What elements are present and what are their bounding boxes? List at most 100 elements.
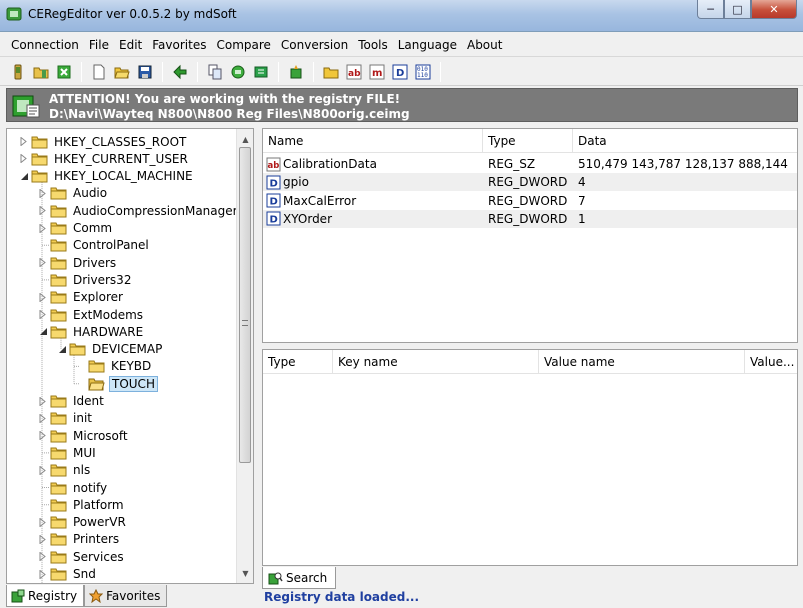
- expanded-arrow-icon[interactable]: [19, 171, 29, 181]
- menu-favorites[interactable]: Favorites: [147, 36, 211, 54]
- refresh-button[interactable]: [54, 62, 74, 82]
- menu-file[interactable]: File: [84, 36, 114, 54]
- expanded-arrow-icon[interactable]: [57, 344, 67, 354]
- tree-node[interactable]: PowerVR: [38, 514, 128, 531]
- new-key-button[interactable]: [321, 62, 341, 82]
- value-row[interactable]: ab CalibrationData REG_SZ 510,479 143,787 1…: [263, 155, 797, 173]
- collapsed-arrow-icon[interactable]: [38, 465, 48, 475]
- column-value-name[interactable]: Value name: [539, 350, 745, 374]
- tree-node[interactable]: ControlPanel: [38, 237, 151, 254]
- tree-node[interactable]: HKEY_CURRENT_USER: [19, 150, 190, 167]
- tree-node[interactable]: Drivers32: [38, 271, 133, 288]
- tree-node[interactable]: HARDWARE: [38, 323, 145, 340]
- tree-node[interactable]: DEVICEMAP: [57, 341, 164, 358]
- tree-node[interactable]: Services: [38, 548, 126, 565]
- scroll-up-arrow[interactable]: ▲: [237, 131, 253, 148]
- collapsed-arrow-icon[interactable]: [38, 396, 48, 406]
- new-multistring-button[interactable]: m: [367, 62, 387, 82]
- expanded-arrow-icon[interactable]: [38, 327, 48, 337]
- scroll-down-arrow[interactable]: ▼: [237, 565, 253, 582]
- column-type[interactable]: Type: [483, 129, 573, 153]
- tree-node[interactable]: HKEY_LOCAL_MACHINE: [19, 168, 195, 185]
- tree-node[interactable]: init: [38, 410, 94, 427]
- collapsed-arrow-icon[interactable]: [19, 154, 29, 164]
- menu-tools[interactable]: Tools: [353, 36, 393, 54]
- tree-node[interactable]: AudioCompressionManager: [38, 202, 240, 219]
- copy-button[interactable]: [205, 62, 225, 82]
- convert-button[interactable]: [251, 62, 271, 82]
- collapsed-arrow-icon[interactable]: [38, 292, 48, 302]
- column-search-type[interactable]: Type: [263, 350, 333, 374]
- tree-node[interactable]: Platform: [38, 496, 126, 513]
- new-string-button[interactable]: ab: [344, 62, 364, 82]
- registry-tree[interactable]: HKEY_CLASSES_ROOT HKEY_CURRENT_USER HKEY_L…: [6, 128, 254, 584]
- column-value[interactable]: Value...: [745, 350, 797, 374]
- collapsed-arrow-icon[interactable]: [38, 431, 48, 441]
- tree-node[interactable]: Snd: [38, 566, 98, 583]
- folder-icon: [31, 153, 48, 166]
- connect-device-button[interactable]: [8, 62, 28, 82]
- collapsed-arrow-icon[interactable]: [38, 517, 48, 527]
- value-row[interactable]: D MaxCalError REG_DWORD 7: [263, 192, 797, 210]
- tree-node[interactable]: Drivers: [38, 254, 118, 271]
- collapsed-arrow-icon[interactable]: [38, 206, 48, 216]
- panel-splitter[interactable]: [262, 344, 798, 348]
- tree-node[interactable]: Comm: [38, 220, 114, 237]
- export-button[interactable]: [170, 62, 190, 82]
- new-dword-button[interactable]: D: [390, 62, 410, 82]
- search-results-list[interactable]: Type Key name Value name Value...: [262, 349, 798, 566]
- collapsed-arrow-icon[interactable]: [38, 223, 48, 233]
- column-key-name[interactable]: Key name: [333, 350, 539, 374]
- collapsed-arrow-icon[interactable]: [38, 258, 48, 268]
- collapsed-arrow-icon[interactable]: [38, 188, 48, 198]
- close-button[interactable]: ✕: [751, 0, 797, 19]
- tree-node[interactable]: TOUCH: [76, 375, 158, 392]
- menu-conversion[interactable]: Conversion: [276, 36, 353, 54]
- values-list[interactable]: Name Type Data ab CalibrationData REG_SZ 51…: [262, 128, 798, 343]
- tree-node[interactable]: MUI: [38, 444, 98, 461]
- tree-node[interactable]: Ident: [38, 393, 106, 410]
- toolbar-separator: [197, 61, 198, 82]
- favorite-key-icon: [290, 64, 302, 78]
- tree-node[interactable]: notify: [38, 479, 109, 496]
- new-binary-button[interactable]: 010 110: [413, 62, 433, 82]
- tree-node[interactable]: Microsoft: [38, 427, 130, 444]
- collapsed-arrow-icon[interactable]: [38, 310, 48, 320]
- menu-language[interactable]: Language: [393, 36, 462, 54]
- tree-node[interactable]: nls: [38, 462, 92, 479]
- menu-about[interactable]: About: [462, 36, 507, 54]
- menu-compare[interactable]: Compare: [211, 36, 275, 54]
- scroll-thumb[interactable]: [239, 147, 251, 463]
- tab-favorites[interactable]: Favorites: [84, 585, 168, 607]
- tree-node[interactable]: Printers: [38, 531, 121, 548]
- maximize-button[interactable]: □: [724, 0, 751, 19]
- tree-scrollbar[interactable]: ▲ ▼: [236, 129, 253, 583]
- tree-node[interactable]: HKEY_CLASSES_ROOT: [19, 133, 188, 150]
- tab-search[interactable]: Search: [262, 567, 337, 589]
- column-data[interactable]: Data: [573, 129, 797, 153]
- value-row[interactable]: Dgpio REG_DWORD 4: [263, 173, 797, 192]
- dword-value-icon: D: [392, 64, 408, 79]
- favorites-add-button[interactable]: [286, 62, 306, 82]
- collapsed-arrow-icon[interactable]: [38, 534, 48, 544]
- compare-button[interactable]: [228, 62, 248, 82]
- menu-edit[interactable]: Edit: [114, 36, 147, 54]
- connect-file-button[interactable]: [31, 62, 51, 82]
- tree-node[interactable]: ExtModems: [38, 306, 145, 323]
- collapsed-arrow-icon[interactable]: [38, 569, 48, 579]
- value-type: REG_SZ: [488, 157, 536, 171]
- column-name[interactable]: Name: [263, 129, 483, 153]
- tree-node[interactable]: Explorer: [38, 289, 125, 306]
- minimize-button[interactable]: ─: [697, 0, 724, 19]
- collapsed-arrow-icon[interactable]: [19, 137, 29, 147]
- tree-node[interactable]: KEYBD: [76, 358, 153, 375]
- save-file-button[interactable]: [135, 62, 155, 82]
- new-file-button[interactable]: [89, 62, 109, 82]
- open-file-button[interactable]: [112, 62, 132, 82]
- value-row[interactable]: D XYOrder REG_DWORD 1: [263, 209, 797, 228]
- tab-registry[interactable]: Registry: [6, 585, 85, 607]
- menu-connection[interactable]: Connection: [6, 36, 84, 54]
- tree-node[interactable]: Audio: [38, 185, 109, 202]
- collapsed-arrow-icon[interactable]: [38, 413, 48, 423]
- collapsed-arrow-icon[interactable]: [38, 552, 48, 562]
